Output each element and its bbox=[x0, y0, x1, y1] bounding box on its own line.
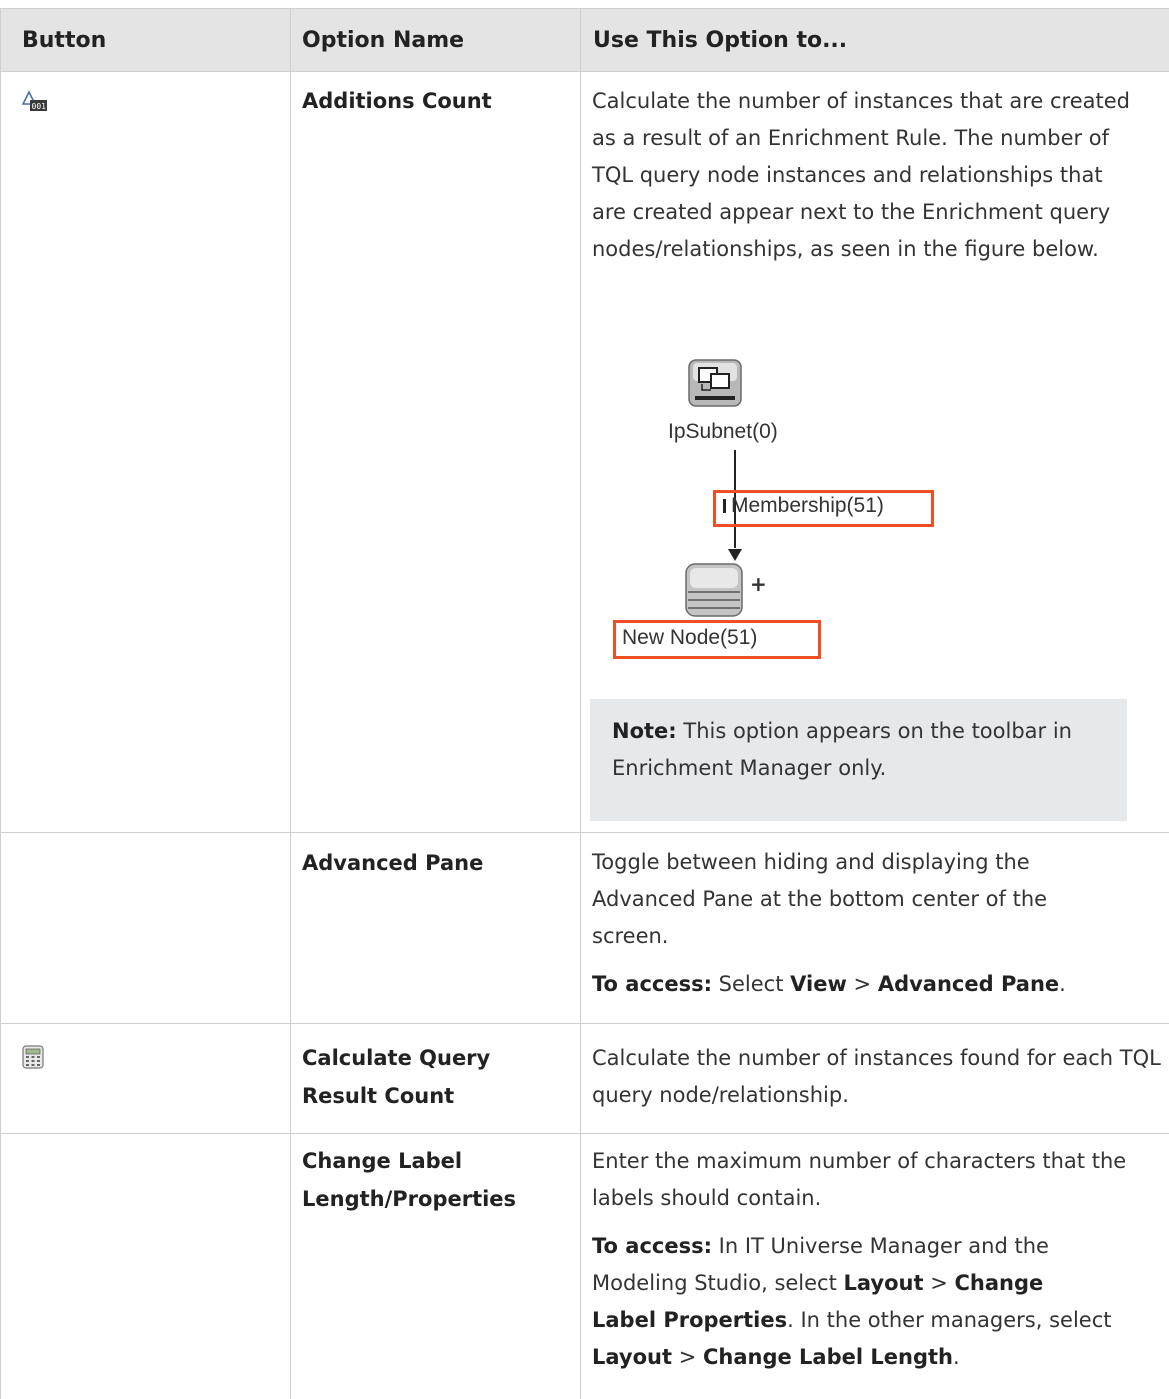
access-end: . bbox=[1059, 972, 1066, 996]
svg-text:001: 001 bbox=[32, 102, 47, 111]
option-advanced-pane: Advanced Pane bbox=[302, 851, 484, 875]
options-table: Button Option Name Use This Option to...… bbox=[0, 0, 1169, 1399]
table-border-left bbox=[0, 8, 1, 1399]
plus-sign: + bbox=[750, 572, 767, 596]
new-node-label: New Node(51) bbox=[622, 626, 758, 649]
row-divider-1 bbox=[0, 832, 1169, 833]
option-additions-count: Additions Count bbox=[302, 89, 492, 113]
note-text: This option appears on the toolbar in En… bbox=[612, 719, 1072, 780]
access-end: . bbox=[952, 1345, 960, 1369]
menu-layout: Layout bbox=[843, 1271, 924, 1295]
menu-separator: > bbox=[846, 972, 878, 996]
access-change-label: To access: In IT Universe Manager and th… bbox=[592, 1228, 1112, 1376]
enrichment-figure: IpSubnet(0) Membership(51) + New Node(51… bbox=[610, 350, 970, 670]
access-label: To access: bbox=[592, 972, 712, 996]
access-text: Select bbox=[711, 972, 791, 996]
menu-view: View bbox=[790, 972, 847, 996]
menu-advanced-pane: Advanced Pane bbox=[877, 972, 1060, 996]
column-divider-2 bbox=[580, 8, 581, 1399]
ip-subnet-label: IpSubnet(0) bbox=[668, 420, 778, 443]
description-additions-count: Calculate the number of instances that a… bbox=[592, 89, 1130, 261]
ip-subnet-icon bbox=[687, 358, 743, 414]
menu-separator: > bbox=[672, 1345, 703, 1369]
membership-label: Membership(51) bbox=[731, 494, 884, 517]
note-label: Note: bbox=[612, 719, 677, 743]
option-change-label-length: Change Label Length/Properties bbox=[302, 1149, 517, 1211]
menu-change-label-length: Change Label Length bbox=[702, 1345, 953, 1369]
menu-separator: > bbox=[923, 1271, 955, 1295]
row-divider-2 bbox=[0, 1023, 1169, 1024]
description-advanced-pane: Toggle between hiding and displaying the… bbox=[592, 850, 1048, 948]
menu-layout: Layout bbox=[592, 1345, 673, 1369]
new-node-icon bbox=[684, 562, 744, 624]
edge-line-bottom bbox=[734, 528, 736, 548]
header-button: Button bbox=[22, 28, 107, 53]
table-header bbox=[0, 8, 1169, 72]
additions-count-icon[interactable]: 001 bbox=[21, 90, 48, 118]
edge-tick-mark bbox=[723, 499, 726, 513]
description-calculate-query: Calculate the number of instances found … bbox=[592, 1046, 1161, 1107]
header-option-name: Option Name bbox=[302, 28, 465, 53]
access-advanced-pane: To access: Select View > Advanced Pane. bbox=[592, 966, 1137, 1003]
option-calculate-query-result-count: Calculate Query Result Count bbox=[302, 1046, 491, 1108]
note-box: Note: This option appears on the toolbar… bbox=[590, 699, 1127, 821]
access-text: . In the other managers, select bbox=[787, 1308, 1112, 1332]
column-divider-1 bbox=[290, 8, 291, 1399]
calculator-icon[interactable] bbox=[22, 1045, 44, 1073]
description-change-label: Enter the maximum number of characters t… bbox=[592, 1149, 1127, 1210]
row-divider-3 bbox=[0, 1133, 1169, 1134]
header-use-this-option: Use This Option to... bbox=[593, 28, 848, 53]
access-label: To access: bbox=[592, 1234, 712, 1258]
